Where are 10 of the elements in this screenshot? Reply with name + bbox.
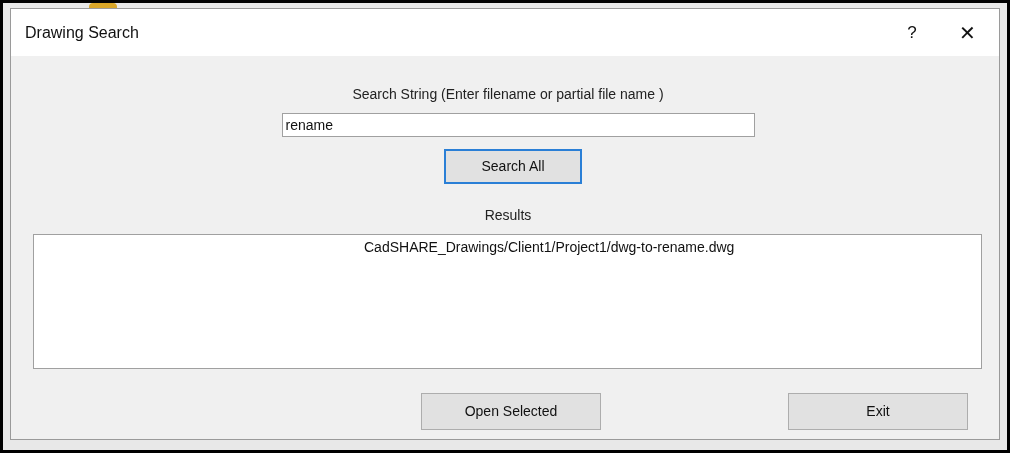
result-item[interactable]: CadSHARE_Drawings/Client1/Project1/dwg-to-rename.dwg xyxy=(362,237,737,258)
exit-button[interactable]: Exit xyxy=(788,393,968,430)
results-label: Results xyxy=(484,206,532,225)
window-title: Drawing Search xyxy=(25,22,140,43)
help-button[interactable]: ? xyxy=(889,12,935,53)
search-field[interactable]: rename xyxy=(281,113,755,137)
close-button[interactable]: ✕ xyxy=(935,12,999,53)
search-label: Search String (Enter filename or partial file name ) xyxy=(352,85,664,104)
search-all-button[interactable]: Search All xyxy=(444,149,582,184)
open-selected-button[interactable]: Open Selected xyxy=(421,393,601,430)
